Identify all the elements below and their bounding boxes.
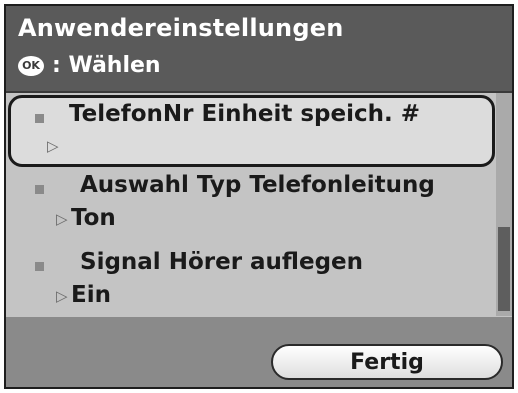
ok-key-icon: OK <box>18 55 44 76</box>
list-item-value: Ein <box>71 282 111 308</box>
list-item-label: Auswahl Typ Telefonleitung <box>80 172 435 198</box>
page-title: Anwendereinstellungen <box>18 14 344 42</box>
footer: Fertig <box>6 317 512 387</box>
arrow-icon: ▷ <box>56 287 68 305</box>
instruction-text: : Wählen <box>52 53 161 78</box>
list-item-telefonnr[interactable]: TelefonNr Einheit speich. # ▷ <box>8 95 495 167</box>
arrow-icon: ▷ <box>56 210 68 228</box>
arrow-icon: ▷ <box>47 137 59 155</box>
done-button[interactable]: Fertig <box>271 344 503 380</box>
list-item-leitungstyp[interactable]: Auswahl Typ Telefonleitung ▷ Ton <box>6 170 494 242</box>
bullet-icon <box>35 185 44 194</box>
device-screen: Anwendereinstellungen OK : Wählen Telefo… <box>4 4 514 389</box>
list-item-signal[interactable]: Signal Hörer auflegen ▷ Ein <box>6 247 494 317</box>
bullet-icon <box>35 114 44 123</box>
list-item-label: TelefonNr Einheit speich. # <box>69 101 420 127</box>
instruction-line: OK : Wählen <box>18 53 161 78</box>
header: Anwendereinstellungen OK : Wählen <box>6 6 512 93</box>
list-item-value: Ton <box>71 205 116 231</box>
list-item-label: Signal Hörer auflegen <box>80 249 364 275</box>
bullet-icon <box>35 262 44 271</box>
scrollbar[interactable] <box>496 93 512 316</box>
scrollbar-thumb[interactable] <box>498 227 510 311</box>
